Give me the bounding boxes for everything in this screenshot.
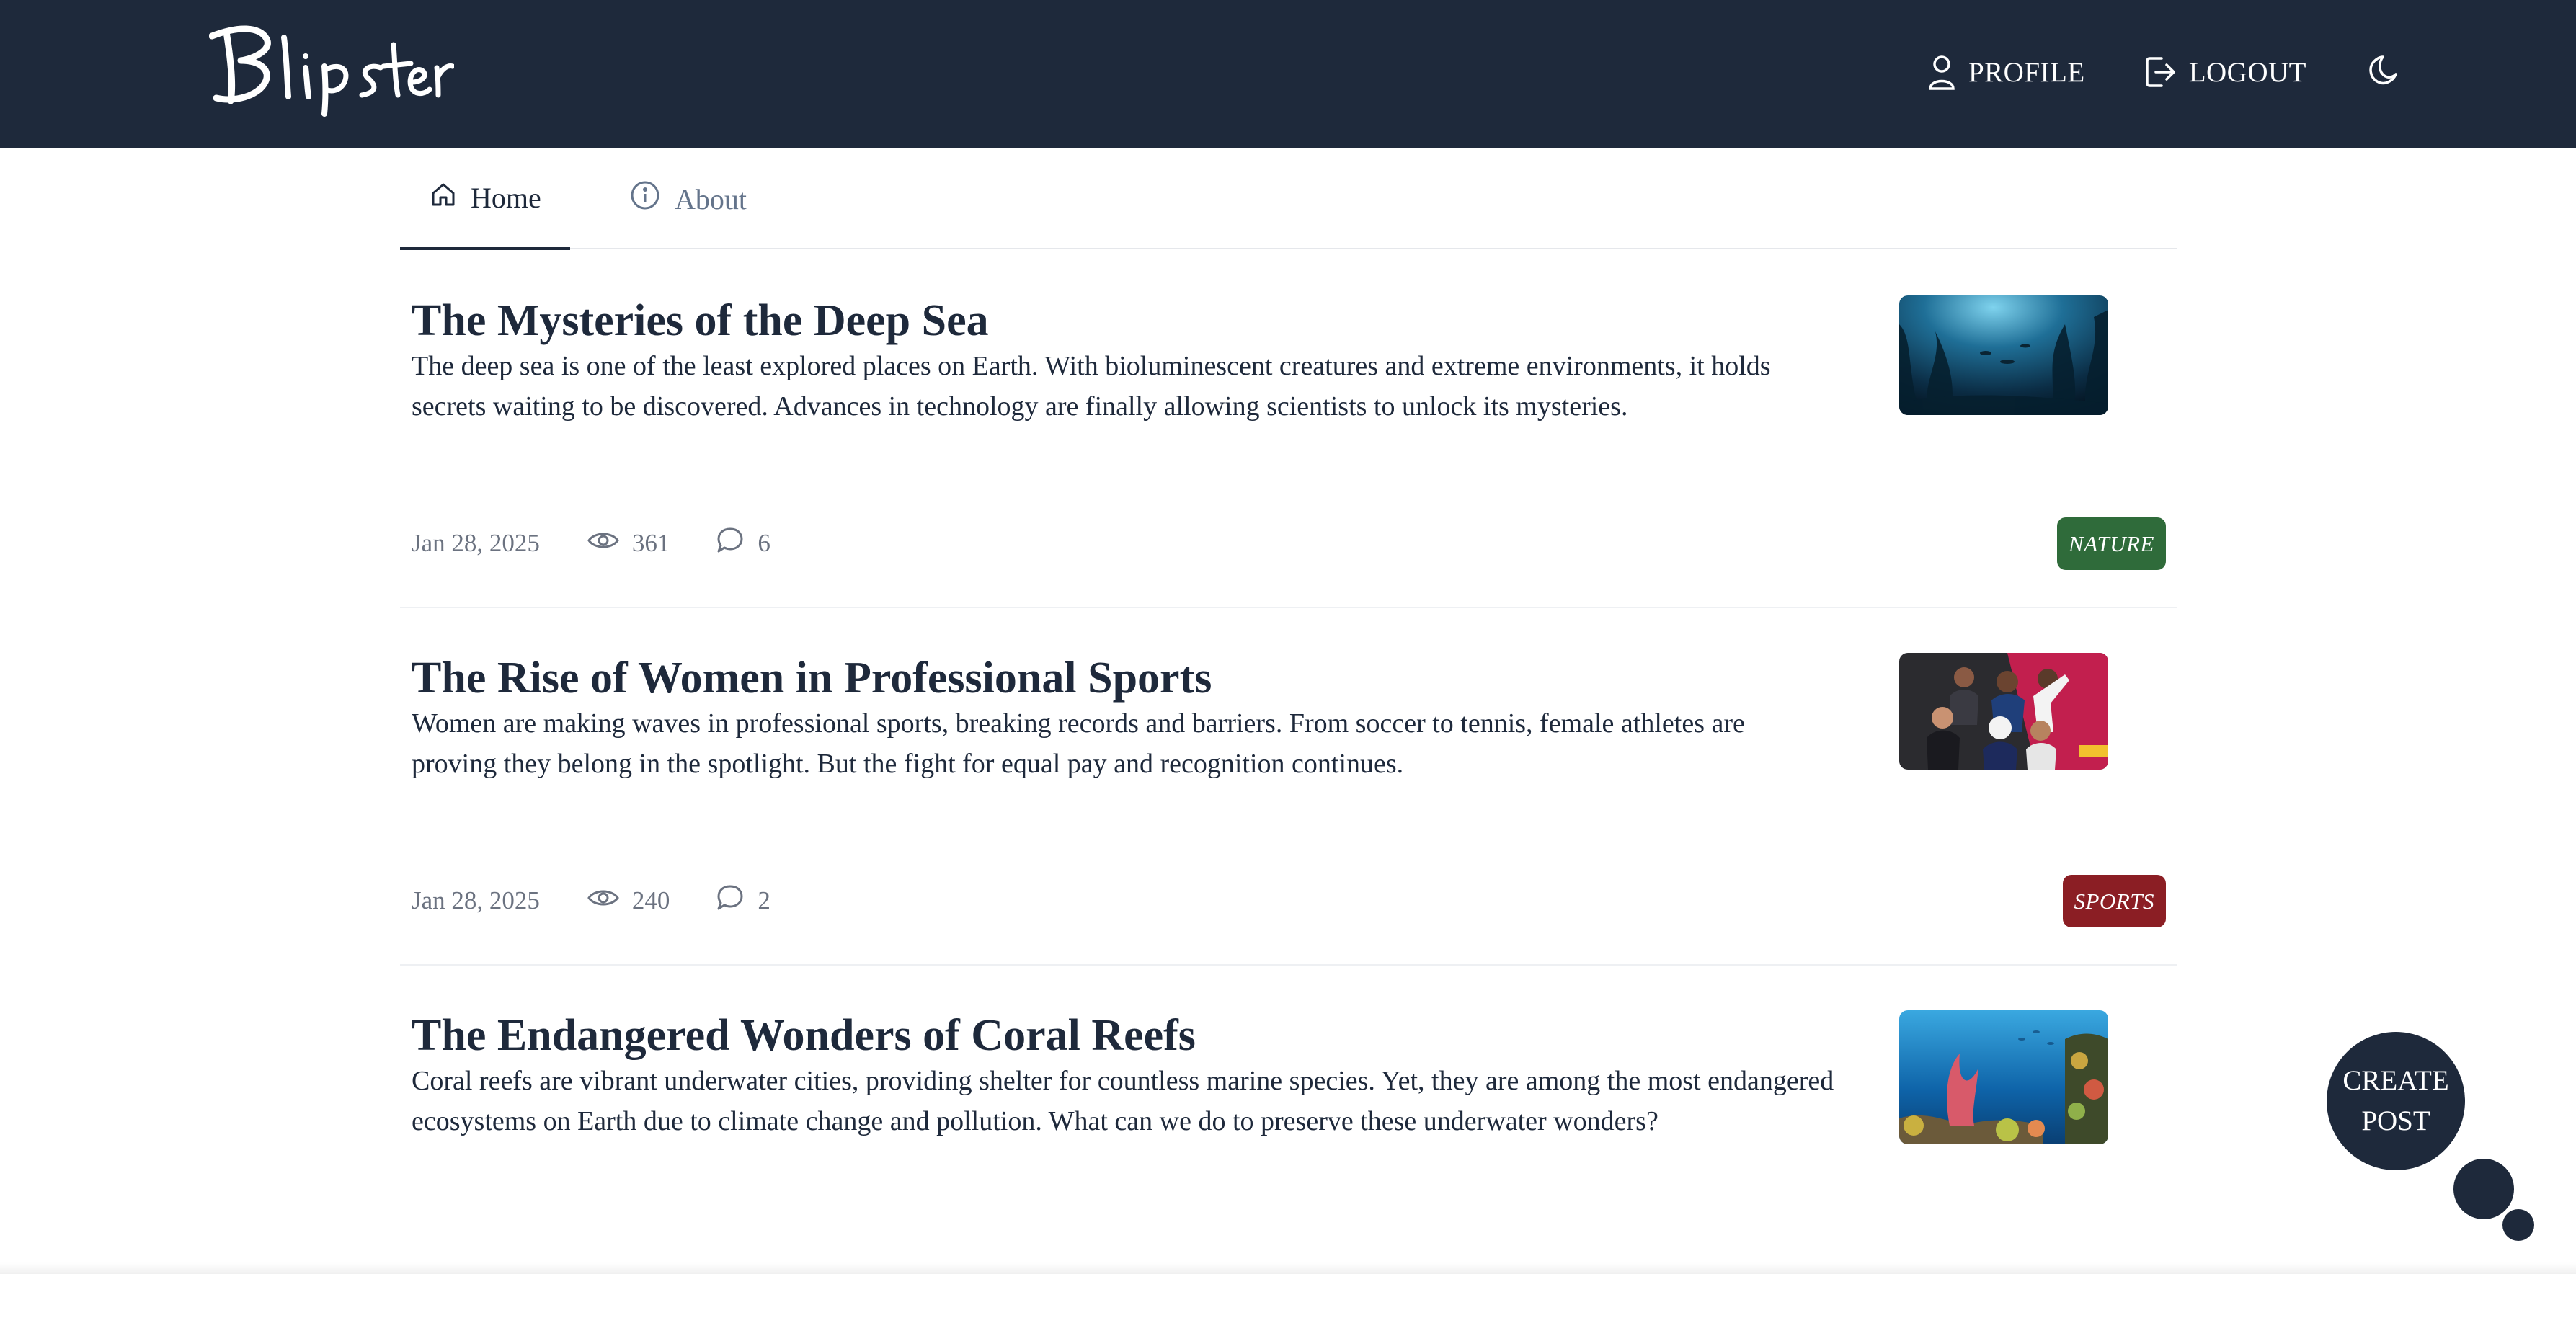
info-icon	[630, 180, 660, 218]
category-tag[interactable]: NATURE	[2057, 517, 2166, 570]
top-navbar: PROFILE LOGOUT	[0, 0, 2576, 148]
comments-count[interactable]: 2	[716, 883, 770, 919]
views-value: 240	[631, 886, 670, 914]
theme-toggle-button[interactable]	[2367, 54, 2400, 91]
comments-value: 2	[758, 886, 770, 914]
tab-bar: Home About	[400, 148, 2177, 250]
user-icon	[1928, 54, 1955, 90]
create-post-label-line2: POST	[2361, 1105, 2430, 1136]
decorative-bubble-large	[2453, 1159, 2514, 1219]
logout-icon	[2144, 55, 2176, 89]
post-thumbnail[interactable]	[1899, 1010, 2108, 1144]
profile-button[interactable]: PROFILE	[1928, 54, 2085, 90]
views-value: 361	[631, 529, 670, 557]
post-date: Jan 28, 2025	[412, 886, 540, 914]
blipster-logo[interactable]	[208, 16, 456, 120]
post-title[interactable]: The Mysteries of the Deep Sea	[412, 295, 989, 347]
post-thumbnail[interactable]	[1899, 653, 2108, 770]
post-meta: Jan 28, 2025 361 6	[412, 523, 770, 564]
tab-about[interactable]: About	[630, 148, 747, 249]
post-date: Jan 28, 2025	[412, 529, 540, 557]
create-post-label-line1: CREATE	[2342, 1065, 2449, 1096]
profile-label: PROFILE	[1968, 56, 2085, 88]
comments-count[interactable]: 6	[716, 526, 770, 561]
home-icon	[430, 181, 456, 215]
scroll-shadow	[0, 1262, 2576, 1274]
decorative-bubble-small	[2502, 1209, 2534, 1241]
comment-icon	[716, 883, 745, 919]
eye-icon	[587, 529, 619, 558]
post-excerpt: Women are making waves in professional s…	[412, 708, 1745, 779]
views-count: 361	[587, 529, 670, 558]
tab-home[interactable]: Home	[400, 148, 570, 250]
tab-label: About	[675, 182, 747, 215]
category-tag[interactable]: SPORTS	[2062, 875, 2166, 927]
comment-icon	[716, 526, 745, 561]
moon-icon	[2367, 54, 2400, 91]
comments-value: 6	[758, 529, 770, 557]
logout-label: LOGOUT	[2188, 56, 2306, 88]
logout-button[interactable]: LOGOUT	[2144, 55, 2306, 89]
views-count: 240	[587, 886, 670, 915]
tab-label: Home	[471, 182, 541, 214]
eye-icon	[587, 886, 619, 915]
create-post-button[interactable]: CREATE POST	[2327, 1032, 2465, 1170]
post-title[interactable]: The Endangered Wonders of Coral Reefs	[412, 1010, 1196, 1061]
post-card[interactable]: The Rise of Women in Professional Sports…	[400, 608, 2177, 966]
post-thumbnail[interactable]	[1899, 295, 2108, 415]
post-card[interactable]: The Mysteries of the Deep Sea The deep s…	[400, 251, 2177, 608]
post-meta: Jan 28, 2025 240 2	[412, 881, 770, 921]
post-excerpt: Coral reefs are vibrant underwater citie…	[412, 1066, 1834, 1136]
post-excerpt: The deep sea is one of the least explore…	[412, 351, 1771, 422]
nav-actions: PROFILE LOGOUT	[1928, 50, 2400, 94]
post-title[interactable]: The Rise of Women in Professional Sports	[412, 653, 1212, 704]
